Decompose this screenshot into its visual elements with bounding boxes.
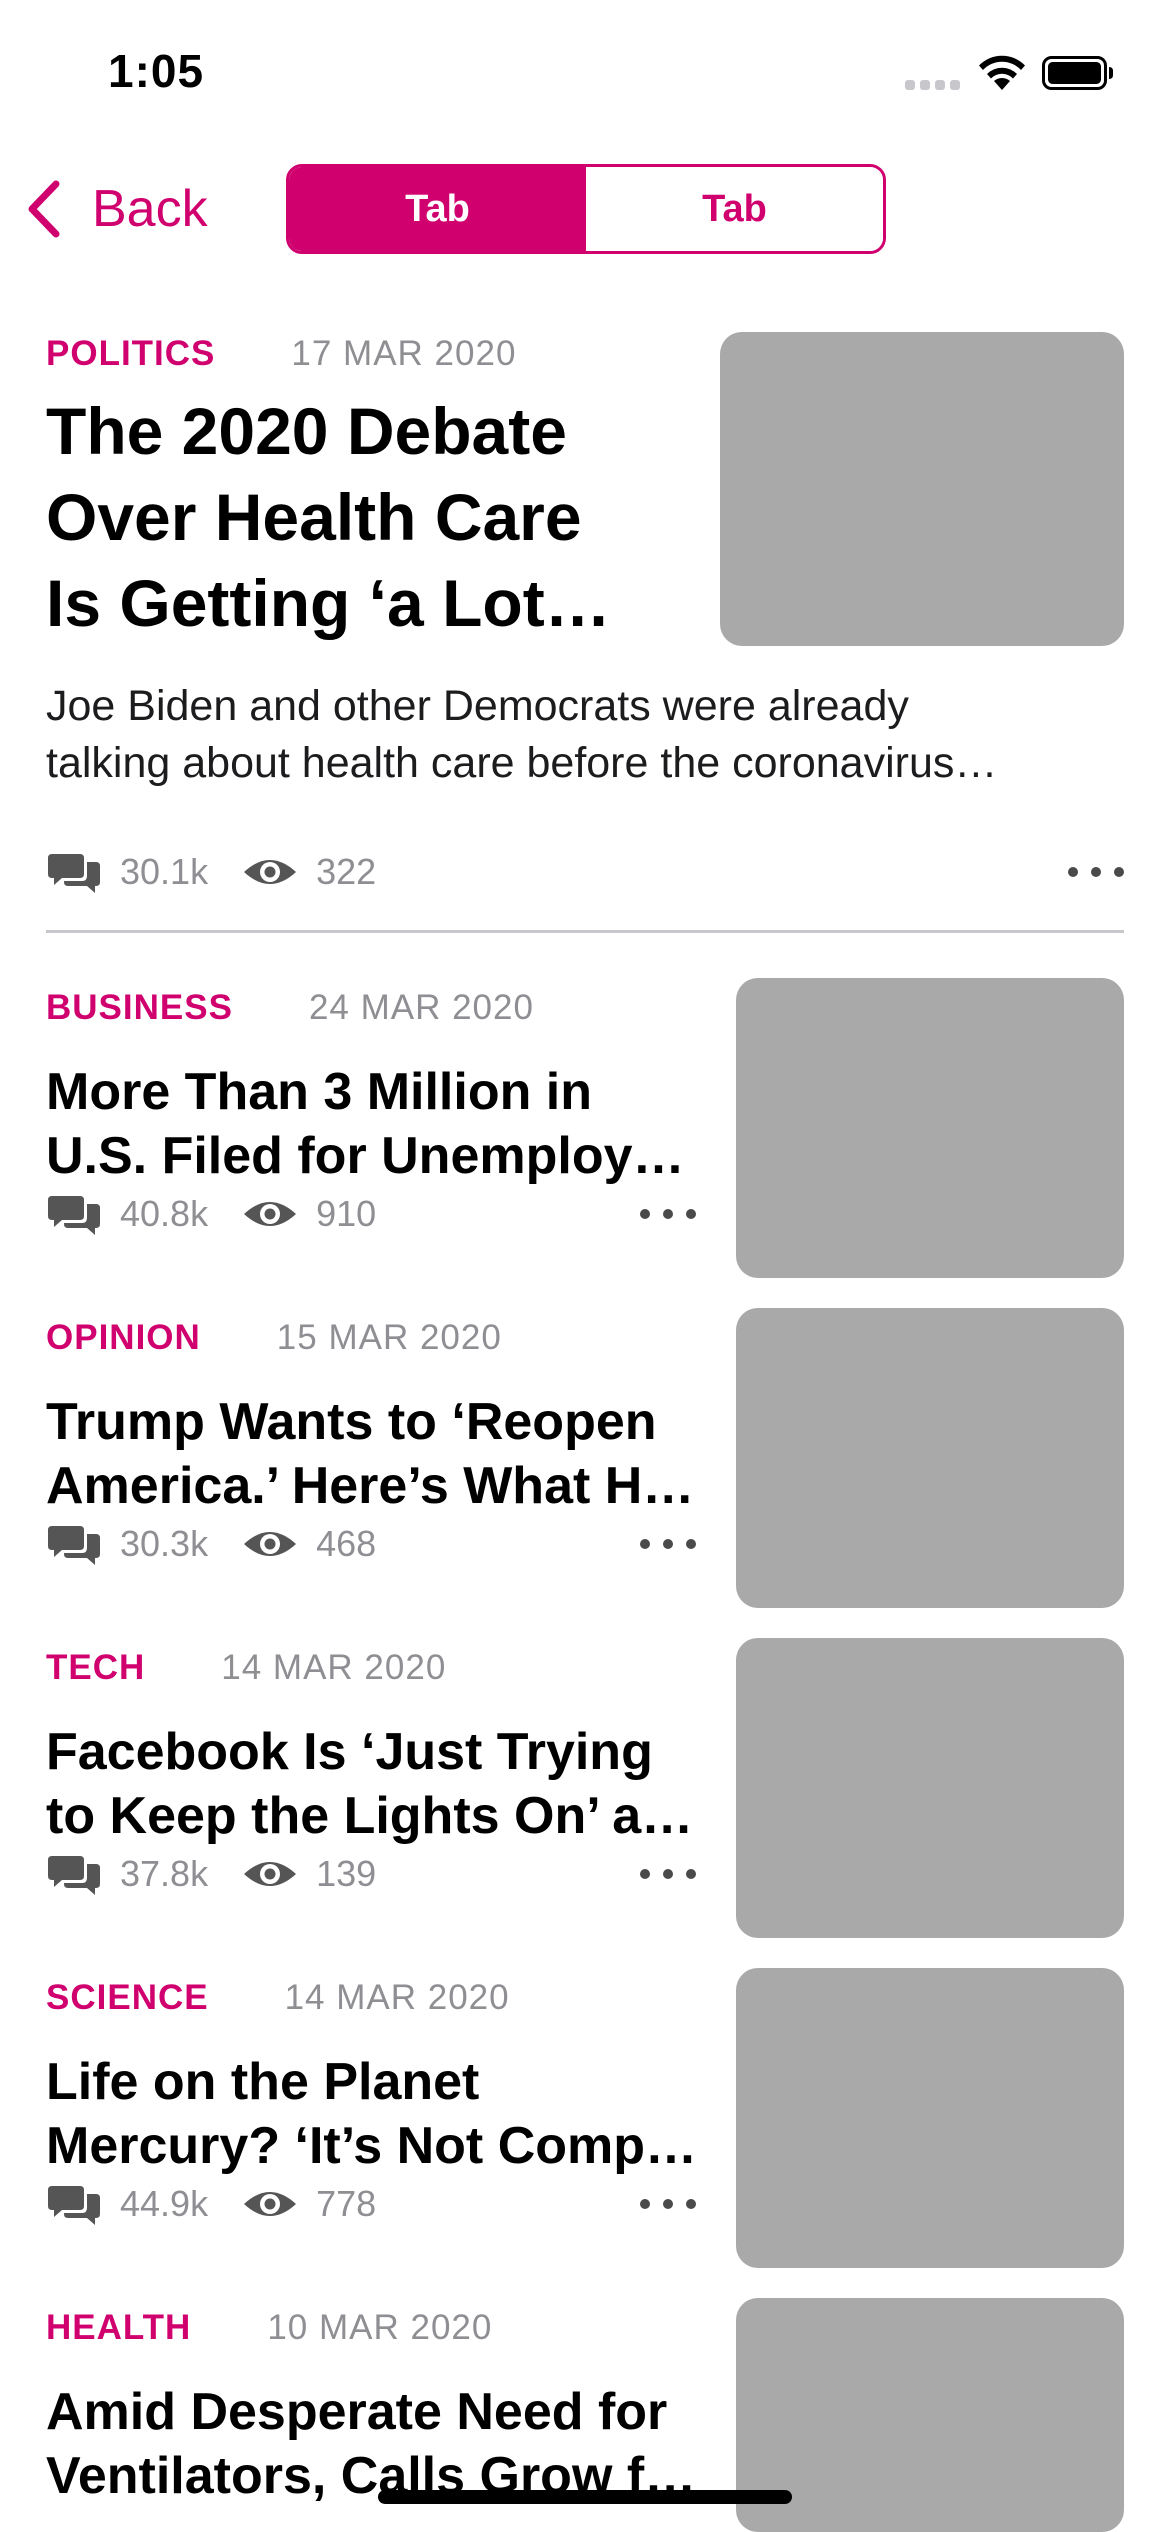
article-image-placeholder bbox=[736, 1968, 1124, 2268]
list-item[interactable]: BUSINESS 24 MAR 2020 More Than 3 Million… bbox=[46, 978, 1124, 1278]
list-item[interactable]: OPINION 15 MAR 2020 Trump Wants to ‘Reop… bbox=[46, 1308, 1124, 1608]
article-category: HEALTH bbox=[46, 2308, 192, 2347]
featured-article[interactable]: POLITICS 17 MAR 2020 The 2020 Debate Ove… bbox=[46, 326, 1124, 932]
article-meta: TECH 14 MAR 2020 bbox=[46, 1648, 446, 1688]
article-date: 10 MAR 2020 bbox=[267, 2308, 493, 2347]
back-button[interactable]: Back bbox=[24, 174, 208, 244]
article-summary: Joe Biden and other Democrats were alrea… bbox=[46, 678, 1124, 792]
article-image-placeholder bbox=[720, 332, 1124, 646]
view-count: 139 bbox=[316, 1853, 377, 1894]
comment-count: 30.1k bbox=[120, 851, 209, 892]
status-bar: 1:05 bbox=[0, 0, 1170, 150]
article-meta: SCIENCE 14 MAR 2020 bbox=[46, 1978, 510, 2018]
view-count: 910 bbox=[316, 1193, 377, 1234]
comment-count: 40.8k bbox=[120, 1193, 209, 1234]
article-category: BUSINESS bbox=[46, 988, 233, 1027]
article-stats: 40.8k 910 bbox=[46, 1186, 696, 1242]
comment-count: 30.3k bbox=[120, 1523, 209, 1564]
more-options-button[interactable] bbox=[640, 1846, 696, 1902]
article-stats: 44.9k 778 bbox=[46, 2176, 696, 2232]
article-date: 14 MAR 2020 bbox=[284, 1978, 510, 2017]
article-title-line: Over Health Care bbox=[46, 480, 582, 554]
article-category: POLITICS bbox=[46, 334, 216, 373]
article-title: Facebook Is ‘Just Trying to Keep the Lig… bbox=[46, 1720, 706, 1848]
article-title-line: America.’ Here’s What H… bbox=[46, 1457, 695, 1515]
article-image-placeholder bbox=[736, 2298, 1124, 2532]
article-title-line: The 2020 Debate bbox=[46, 394, 567, 468]
back-label: Back bbox=[92, 180, 208, 238]
eye-icon bbox=[244, 1532, 297, 1556]
article-category: TECH bbox=[46, 1648, 146, 1687]
article-title: More Than 3 Million in U.S. Filed for Un… bbox=[46, 1060, 706, 1188]
article-title-line: U.S. Filed for Unemploy… bbox=[46, 1127, 685, 1185]
article-date: 15 MAR 2020 bbox=[276, 1318, 502, 1357]
article-meta: HEALTH 10 MAR 2020 bbox=[46, 2308, 492, 2348]
speech-bubbles-icon bbox=[48, 1856, 100, 1895]
eye-icon bbox=[244, 1202, 297, 1226]
article-title: Amid Desperate Need for Ventilators, Cal… bbox=[46, 2380, 706, 2508]
view-count: 778 bbox=[316, 2183, 377, 2224]
status-time: 1:05 bbox=[108, 45, 205, 97]
battery-icon bbox=[1042, 56, 1113, 90]
article-image-placeholder bbox=[736, 1638, 1124, 1938]
ellipsis-icon bbox=[640, 1539, 650, 1549]
speech-bubbles-icon bbox=[48, 2186, 100, 2225]
view-count: 468 bbox=[316, 1523, 377, 1564]
eye-icon bbox=[244, 1862, 297, 1886]
view-count: 322 bbox=[316, 851, 377, 892]
list-item[interactable]: TECH 14 MAR 2020 Facebook Is ‘Just Tryin… bbox=[46, 1638, 1124, 1938]
cellular-signal-icon bbox=[905, 80, 961, 92]
article-title: Trump Wants to ‘Reopen America.’ Here’s … bbox=[46, 1390, 706, 1518]
comment-count: 44.9k bbox=[120, 2183, 209, 2224]
home-indicator bbox=[378, 2490, 792, 2504]
article-meta: BUSINESS 24 MAR 2020 bbox=[46, 988, 534, 1028]
segmented-control: Tab Tab bbox=[286, 164, 886, 254]
article-stats: 37.8k 139 bbox=[46, 1846, 696, 1902]
article-title-line: Facebook Is ‘Just Trying bbox=[46, 1723, 653, 1781]
article-date: 14 MAR 2020 bbox=[221, 1648, 447, 1687]
article-image-placeholder bbox=[736, 1308, 1124, 1608]
article-title-line: More Than 3 Million in bbox=[46, 1063, 592, 1121]
speech-bubbles-icon bbox=[48, 1196, 100, 1235]
tab-first[interactable]: Tab bbox=[289, 167, 586, 251]
article-title: The 2020 Debate Over Health Care Is Gett… bbox=[46, 388, 686, 646]
article-title: Life on the Planet Mercury? ‘It’s Not Co… bbox=[46, 2050, 706, 2178]
article-date: 24 MAR 2020 bbox=[308, 988, 534, 1027]
chevron-left-icon bbox=[28, 180, 60, 238]
article-stats: 30.1k 322 bbox=[46, 844, 1124, 900]
list-item[interactable]: SCIENCE 14 MAR 2020 Life on the Planet M… bbox=[46, 1968, 1124, 2268]
ellipsis-icon bbox=[640, 1869, 650, 1879]
ellipsis-icon bbox=[1068, 867, 1078, 877]
article-summary-line: Joe Biden and other Democrats were alrea… bbox=[46, 682, 909, 730]
article-category: SCIENCE bbox=[46, 1978, 209, 2017]
speech-bubbles-icon bbox=[48, 854, 100, 893]
article-title-line: Life on the Planet bbox=[46, 2053, 480, 2111]
wifi-icon bbox=[979, 55, 1025, 90]
more-options-button[interactable] bbox=[640, 1516, 696, 1572]
eye-icon bbox=[244, 860, 297, 884]
article-date: 17 MAR 2020 bbox=[291, 334, 517, 373]
article-summary-line: talking about health care before the cor… bbox=[46, 739, 998, 787]
article-title-line: Amid Desperate Need for bbox=[46, 2383, 668, 2441]
article-title-line: Is Getting ‘a Lot… bbox=[46, 566, 611, 640]
article-title-line: Mercury? ‘It’s Not Comp… bbox=[46, 2117, 698, 2175]
article-title-line: Trump Wants to ‘Reopen bbox=[46, 1393, 657, 1451]
article-title-line: to Keep the Lights On’ a… bbox=[46, 1787, 694, 1845]
article-category: OPINION bbox=[46, 1318, 201, 1357]
article-stats: 30.3k 468 bbox=[46, 1516, 696, 1572]
more-options-button[interactable] bbox=[640, 2176, 696, 2232]
article-image-placeholder bbox=[736, 978, 1124, 1278]
divider bbox=[46, 930, 1124, 933]
ellipsis-icon bbox=[640, 2199, 650, 2209]
eye-icon bbox=[244, 2192, 297, 2216]
comment-count: 37.8k bbox=[120, 1853, 209, 1894]
article-meta: OPINION 15 MAR 2020 bbox=[46, 1318, 502, 1358]
more-options-button[interactable] bbox=[640, 1186, 696, 1242]
speech-bubbles-icon bbox=[48, 1526, 100, 1565]
navigation-bar: Back Tab Tab bbox=[0, 150, 1170, 270]
article-meta: POLITICS 17 MAR 2020 bbox=[46, 334, 516, 374]
more-options-button[interactable] bbox=[1068, 844, 1124, 900]
ellipsis-icon bbox=[640, 1209, 650, 1219]
tab-second[interactable]: Tab bbox=[586, 167, 883, 251]
